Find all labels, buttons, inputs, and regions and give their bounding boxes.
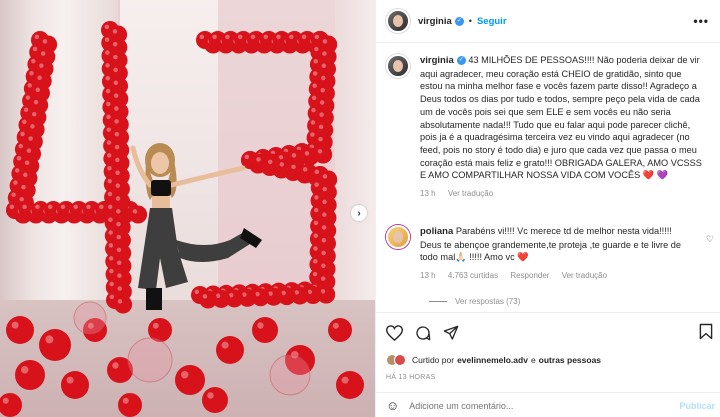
verified-icon: ✓ xyxy=(454,16,464,26)
liked-others[interactable]: outras pessoas xyxy=(539,355,601,365)
like-heart-icon[interactable] xyxy=(386,325,403,341)
more-options-icon[interactable]: ••• xyxy=(693,14,709,28)
caption-text: 43 MILHÕES DE PESSOAS!!!! Não poderia de… xyxy=(420,55,702,181)
post-timestamp[interactable]: HÁ 13 HORAS xyxy=(386,374,436,381)
comment-meta: 13 h 4.763 curtidas Responder Ver traduç… xyxy=(420,270,690,283)
comment-item: poliana Parabéns vi!!!! Vc merece td de … xyxy=(386,225,690,283)
post-actions: Curtido por evelinnemelo.adv e outras pe… xyxy=(376,312,720,417)
separator-dot: • xyxy=(468,16,472,26)
liked-and: e xyxy=(530,355,536,365)
commenter-username[interactable]: poliana xyxy=(420,226,453,237)
author-avatar[interactable] xyxy=(386,9,410,33)
author-username[interactable]: virginia xyxy=(418,16,452,27)
chevron-right-icon: › xyxy=(357,207,361,219)
caption-time[interactable]: 13 h xyxy=(420,189,436,198)
publish-button[interactable]: Publicar xyxy=(679,401,715,411)
caption-username[interactable]: virginia xyxy=(420,55,454,66)
purple-heart-emoji: 💜 xyxy=(656,170,669,181)
comment-text: Parabéns vi!!!! Vc merece td de melhor n… xyxy=(420,226,681,263)
verified-icon: ✓ xyxy=(456,56,466,66)
liked-by: Curtido por evelinnemelo.adv e outras pe… xyxy=(386,354,601,366)
post-photo[interactable]: › xyxy=(0,0,375,417)
caption-comment: virginia ✓ 43 MILHÕES DE PESSOAS!!!! Não … xyxy=(386,54,703,201)
view-replies-label: Ver respostas (73) xyxy=(455,297,521,306)
liker-avatar[interactable] xyxy=(394,354,406,366)
view-replies-link[interactable]: Ver respostas (73) xyxy=(429,297,520,306)
comments-section[interactable]: virginia ✓ 43 MILHÕES DE PESSOAS!!!! Não … xyxy=(376,44,720,312)
comment-likes[interactable]: 4.763 curtidas xyxy=(448,271,498,280)
caption-avatar[interactable] xyxy=(386,54,410,78)
share-icon[interactable] xyxy=(443,325,459,341)
carousel-next-button[interactable]: › xyxy=(351,205,367,221)
add-comment-bar: ☺ Publicar xyxy=(376,392,720,417)
heart-emoji: ❤️ xyxy=(517,252,529,263)
photo-person xyxy=(130,143,262,310)
emoji-smile-icon[interactable]: ☺ xyxy=(386,398,399,413)
comment-time[interactable]: 13 h xyxy=(420,271,436,280)
action-icons xyxy=(386,325,459,341)
bookmark-icon[interactable] xyxy=(699,323,713,340)
caption-translate-link[interactable]: Ver tradução xyxy=(448,189,493,198)
liked-prefix: Curtido por xyxy=(412,355,455,365)
comment-like-heart-icon[interactable]: ♡ xyxy=(706,234,714,245)
comment-translate-link[interactable]: Ver tradução xyxy=(562,271,607,280)
follow-button[interactable]: Seguir xyxy=(477,16,507,27)
post-sidebar: virginia ✓ • Seguir ••• virginia ✓ 43 MIL… xyxy=(375,0,720,417)
heart-emoji: ❤️ xyxy=(642,170,655,181)
comment-body: poliana Parabéns vi!!!! Vc merece td de … xyxy=(420,225,690,283)
comment-reply-link[interactable]: Responder xyxy=(510,271,549,280)
comment-icon[interactable] xyxy=(415,325,431,341)
replies-line xyxy=(429,301,447,303)
caption-body: virginia ✓ 43 MILHÕES DE PESSOAS!!!! Não … xyxy=(420,54,703,201)
post-header: virginia ✓ • Seguir ••• xyxy=(376,0,720,43)
caption-meta: 13 h Ver tradução xyxy=(420,188,703,201)
commenter-avatar[interactable] xyxy=(386,225,410,249)
liked-user[interactable]: evelinnemelo.adv xyxy=(457,355,528,365)
add-comment-input[interactable] xyxy=(409,400,660,411)
